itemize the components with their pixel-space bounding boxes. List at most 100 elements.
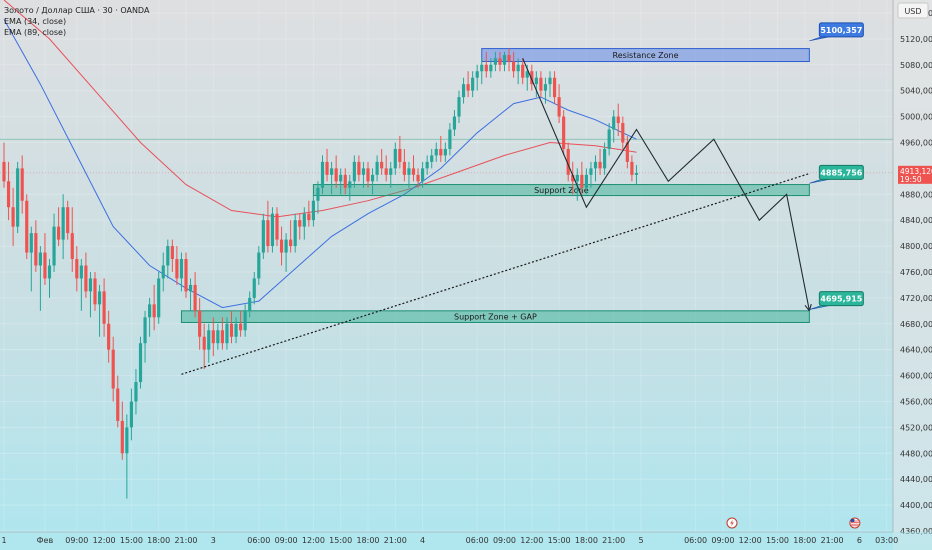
candle-body[interactable] bbox=[257, 252, 261, 279]
candle-body[interactable] bbox=[170, 246, 174, 260]
candle-body[interactable] bbox=[216, 330, 220, 344]
candle-body[interactable] bbox=[425, 161, 429, 169]
candle-body[interactable] bbox=[198, 310, 202, 337]
candle-body[interactable] bbox=[307, 213, 311, 221]
candle-body[interactable] bbox=[512, 61, 516, 72]
candle-body[interactable] bbox=[534, 77, 538, 85]
candle-body[interactable] bbox=[111, 349, 115, 389]
candle-body[interactable] bbox=[557, 97, 561, 117]
candle-body[interactable] bbox=[2, 161, 6, 182]
candle-body[interactable] bbox=[166, 246, 170, 266]
candle-body[interactable] bbox=[43, 252, 47, 279]
candle-body[interactable] bbox=[480, 64, 484, 72]
price-axis[interactable]: 5160,0005120,0005080,0005040,0005000,000… bbox=[892, 0, 932, 550]
candle-body[interactable] bbox=[193, 284, 197, 311]
candle-body[interactable] bbox=[634, 172, 639, 175]
candle-body[interactable] bbox=[334, 168, 338, 182]
candle-body[interactable] bbox=[584, 174, 588, 188]
candle-body[interactable] bbox=[225, 323, 229, 344]
candle-body[interactable] bbox=[612, 116, 616, 130]
candle-body[interactable] bbox=[143, 317, 147, 344]
trading-chart[interactable]: Resistance Zone Support Zone Support Zone … bbox=[0, 0, 932, 550]
candle-body[interactable] bbox=[275, 213, 279, 240]
candle-body[interactable] bbox=[320, 161, 325, 188]
candle-body[interactable] bbox=[607, 129, 611, 149]
candle-body[interactable] bbox=[502, 55, 507, 65]
candle-body[interactable] bbox=[261, 220, 265, 253]
candle-body[interactable] bbox=[630, 161, 634, 175]
candle-body[interactable] bbox=[330, 168, 334, 175]
candle-body[interactable] bbox=[138, 343, 143, 383]
candle-body[interactable] bbox=[152, 304, 156, 318]
candle-body[interactable] bbox=[248, 297, 252, 311]
candle-body[interactable] bbox=[543, 84, 548, 91]
candle-body[interactable] bbox=[38, 252, 42, 266]
candle-body[interactable] bbox=[243, 310, 247, 331]
candle-body[interactable] bbox=[421, 168, 425, 182]
candle-body[interactable] bbox=[129, 401, 133, 428]
candle-body[interactable] bbox=[47, 265, 52, 279]
candle-body[interactable] bbox=[16, 168, 20, 227]
candle-body[interactable] bbox=[434, 148, 438, 156]
candle-body[interactable] bbox=[593, 161, 598, 169]
candle-body[interactable] bbox=[416, 174, 420, 182]
candle-body[interactable] bbox=[493, 58, 497, 65]
candle-body[interactable] bbox=[284, 239, 288, 253]
candle-body[interactable] bbox=[448, 129, 452, 149]
candle-body[interactable] bbox=[466, 84, 470, 91]
candle-body[interactable] bbox=[461, 84, 466, 98]
candle-body[interactable] bbox=[29, 233, 33, 253]
candle-body[interactable] bbox=[157, 278, 161, 318]
candle-body[interactable] bbox=[343, 174, 347, 188]
candle-body[interactable] bbox=[134, 382, 138, 402]
candle-body[interactable] bbox=[552, 77, 557, 98]
candle-body[interactable] bbox=[289, 239, 293, 247]
candle-body[interactable] bbox=[516, 64, 520, 72]
candle-body[interactable] bbox=[239, 323, 243, 331]
candle-body[interactable] bbox=[539, 77, 543, 91]
candle-body[interactable] bbox=[148, 304, 152, 318]
candle-body[interactable] bbox=[521, 64, 525, 78]
candle-body[interactable] bbox=[107, 323, 111, 350]
candle-body[interactable] bbox=[279, 239, 284, 253]
candle-body[interactable] bbox=[489, 64, 493, 72]
candle-body[interactable] bbox=[252, 278, 256, 298]
chart-canvas[interactable]: Resistance ZoneSupport ZoneSupport Zone … bbox=[0, 0, 932, 550]
candle-body[interactable] bbox=[393, 148, 397, 169]
candle-body[interactable] bbox=[402, 161, 406, 175]
candle-body[interactable] bbox=[457, 97, 461, 117]
candle-body[interactable] bbox=[79, 265, 83, 279]
candle-body[interactable] bbox=[97, 291, 102, 305]
candle-body[interactable] bbox=[302, 213, 306, 227]
candle-body[interactable] bbox=[598, 161, 602, 169]
candle-body[interactable] bbox=[484, 64, 488, 72]
candle-body[interactable] bbox=[366, 168, 370, 182]
candle-body[interactable] bbox=[621, 123, 625, 143]
candle-body[interactable] bbox=[352, 161, 356, 182]
candle-body[interactable] bbox=[202, 336, 206, 350]
candle-body[interactable] bbox=[580, 174, 584, 188]
candle-body[interactable] bbox=[120, 420, 124, 454]
candle-body[interactable] bbox=[266, 220, 270, 247]
candle-body[interactable] bbox=[562, 116, 566, 149]
candle-body[interactable] bbox=[11, 207, 15, 227]
candle-body[interactable] bbox=[66, 207, 70, 234]
candle-body[interactable] bbox=[389, 168, 393, 175]
candle-body[interactable] bbox=[184, 259, 188, 292]
candle-body[interactable] bbox=[57, 226, 61, 240]
candle-body[interactable] bbox=[125, 427, 129, 454]
candle-body[interactable] bbox=[375, 161, 379, 175]
candle-body[interactable] bbox=[452, 116, 457, 130]
candle-body[interactable] bbox=[102, 291, 106, 324]
candle-body[interactable] bbox=[348, 181, 352, 188]
candle-body[interactable] bbox=[357, 161, 361, 175]
candle-body[interactable] bbox=[20, 168, 24, 201]
candle-body[interactable] bbox=[616, 116, 620, 124]
candle-body[interactable] bbox=[188, 284, 193, 292]
candle-body[interactable] bbox=[370, 174, 375, 182]
candle-body[interactable] bbox=[548, 77, 552, 85]
candle-body[interactable] bbox=[229, 323, 234, 337]
candle-body[interactable] bbox=[589, 168, 593, 175]
candle-body[interactable] bbox=[471, 77, 475, 91]
candle-body[interactable] bbox=[384, 168, 388, 175]
